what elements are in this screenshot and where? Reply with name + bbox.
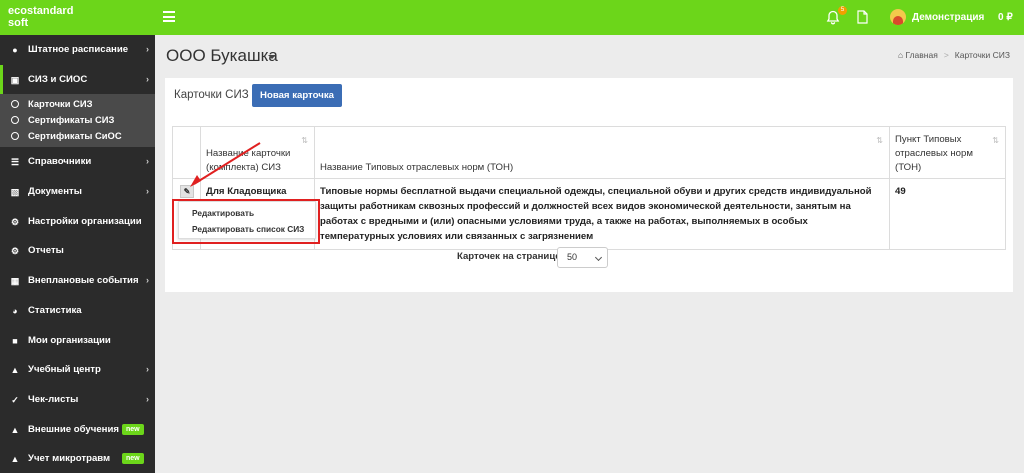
graduation-cap-icon: ▲ — [10, 365, 20, 376]
cog-icon: ⚙ — [10, 246, 20, 257]
briefcase-icon: ▣ — [10, 74, 20, 85]
sidebar-item-references[interactable]: ☰ Справочники › — [0, 147, 155, 177]
annotation-highlight-box — [172, 199, 320, 244]
new-badge: new — [122, 423, 144, 435]
chevron-right-icon: › — [146, 275, 149, 286]
top-bar: ecostandard soft 5 Демонстрация 0 ₽ — [0, 0, 1024, 35]
cell-ton-point: 49 — [889, 178, 1006, 250]
sidebar-subitem-sios-certificates[interactable]: Сертификаты СиОС — [0, 128, 155, 144]
sidebar-item-microtrauma[interactable]: ▲ Учет микротравм new — [0, 444, 155, 473]
sidebar-item-label: Чек-листы — [28, 393, 79, 405]
circle-icon — [11, 100, 19, 109]
pie-chart-icon: ◕ — [12, 305, 18, 316]
chevron-right-icon: › — [146, 73, 149, 84]
per-page-select[interactable]: 50 — [557, 247, 608, 268]
sidebar-subitem-siz-certificates[interactable]: Сертификаты СИЗ — [0, 112, 155, 128]
sidebar-item-reports[interactable]: ⚙ Отчеты — [0, 236, 155, 266]
annotation-arrow — [190, 142, 261, 187]
sidebar-item-label: СИЗ и СИОС — [28, 73, 88, 85]
cell-ton-name: Типовые нормы бесплатной выдачи специаль… — [314, 178, 890, 250]
notification-badge: 5 — [838, 6, 847, 15]
sidebar-item-unplanned-events[interactable]: ▦ Внеплановые события › — [0, 266, 155, 296]
gear-icon: ⚙ — [10, 216, 20, 227]
user-name[interactable]: Демонстрация — [912, 12, 984, 23]
brand-line1: ecostandard — [8, 5, 74, 17]
sort-icon[interactable]: ⇅ — [301, 134, 308, 148]
brand-line2: soft — [8, 17, 29, 29]
caret-down-icon[interactable] — [268, 55, 276, 59]
chevron-right-icon: › — [146, 393, 149, 404]
sidebar-item-documents[interactable]: ▧ Документы › — [0, 177, 155, 207]
panel-title: Карточки СИЗ — [174, 89, 249, 101]
list-icon: ☰ — [10, 157, 20, 168]
sidebar-item-org-settings[interactable]: ⚙ Настройки организации — [0, 207, 155, 237]
sidebar-subitem-label: Сертификаты СИЗ — [28, 114, 115, 126]
columns-icon: ▧ — [10, 187, 20, 198]
per-page-label: Карточек на странице — [457, 251, 561, 262]
sort-icon[interactable]: ⇅ — [876, 134, 883, 148]
table-header-row: ⇅ Название карточки (комплекта) СИЗ ⇅ Назв… — [172, 126, 1006, 179]
sidebar-item-label: Статистика — [28, 304, 82, 316]
sidebar-subitem-siz-cards[interactable]: Карточки СИЗ — [0, 96, 155, 112]
sort-icon[interactable]: ⇅ — [992, 134, 999, 148]
sidebar-subitem-label: Сертификаты СиОС — [28, 130, 122, 142]
breadcrumb-separator: > — [943, 50, 949, 60]
sidebar-item-training-center[interactable]: ▲ Учебный центр › — [0, 355, 155, 385]
sidebar-item-checklists[interactable]: ✓ Чек-листы › — [0, 385, 155, 415]
sidebar-item-label: Отчеты — [28, 245, 64, 257]
chevron-right-icon: › — [146, 186, 149, 197]
sidebar-subitem-label: Карточки СИЗ — [28, 98, 93, 110]
circle-icon — [11, 116, 19, 125]
breadcrumb-home[interactable]: Главная — [905, 50, 937, 60]
sidebar-item-siz[interactable]: ▣ СИЗ и СИОС › — [0, 64, 155, 95]
chevron-right-icon: › — [146, 156, 149, 167]
new-badge: new — [122, 453, 144, 465]
chevron-down-icon — [594, 253, 603, 262]
sidebar-item-label: Штатное расписание — [28, 44, 129, 55]
sidebar: ● Штатное расписание › ▣ СИЗ и СИОС › Карточ… — [0, 35, 155, 473]
home-icon: ⌂ — [897, 50, 904, 60]
col-ton-point[interactable]: ⇅ Пункт Типовых отраслевых норм (ТОН) — [889, 126, 1006, 179]
sidebar-submenu: Карточки СИЗ Сертификаты СИЗ Сертификаты… — [0, 94, 155, 148]
sidebar-item-label: Мои организации — [28, 334, 111, 346]
sidebar-item-statistics[interactable]: ◕ Статистика — [0, 296, 155, 326]
document-icon[interactable] — [857, 10, 868, 24]
page-title[interactable]: ООО Букашка — [166, 46, 278, 66]
suitcase-icon: ■ — [12, 335, 18, 346]
users-icon: ● — [12, 45, 18, 55]
chevron-right-icon: › — [146, 364, 149, 375]
sidebar-item-label: Внеплановые события — [28, 275, 139, 287]
sidebar-item-label: Справочники — [28, 156, 92, 168]
col-ton-name[interactable]: ⇅ Название Типовых отраслевых норм (ТОН) — [314, 126, 890, 179]
sidebar-item-label: Настройки организации — [28, 215, 142, 227]
check-icon: ✓ — [11, 394, 19, 405]
graduation-cap-icon: ▲ — [10, 424, 20, 435]
chevron-right-icon: › — [146, 44, 149, 54]
sidebar-item-label: Учебный центр — [28, 364, 101, 376]
circle-icon — [11, 132, 19, 141]
menu-toggle-icon[interactable] — [163, 11, 175, 22]
sidebar-item-external-training[interactable]: ▲ Внешние обучения new — [0, 415, 155, 445]
sidebar-item-staff-schedule[interactable]: ● Штатное расписание › — [0, 35, 155, 65]
new-card-button[interactable]: Новая карточка — [252, 84, 342, 107]
user-avatar[interactable] — [890, 9, 906, 25]
calendar-icon: ▦ — [10, 276, 20, 287]
balance[interactable]: 0 ₽ — [998, 12, 1013, 23]
breadcrumb-current: Карточки СИЗ — [954, 50, 1010, 60]
per-page-value: 50 — [567, 252, 578, 262]
sidebar-item-label: Документы — [28, 186, 82, 198]
sidebar-item-my-orgs[interactable]: ■ Мои организации — [0, 326, 155, 356]
sidebar-item-label: Учет микротравм — [28, 453, 111, 465]
graduation-cap-icon: ▲ — [10, 454, 20, 465]
breadcrumb: ⌂ Главная > Карточки СИЗ — [898, 50, 1010, 60]
sidebar-item-label: Внешние обучения — [28, 423, 119, 435]
brand-logo[interactable]: ecostandard soft — [8, 5, 148, 29]
